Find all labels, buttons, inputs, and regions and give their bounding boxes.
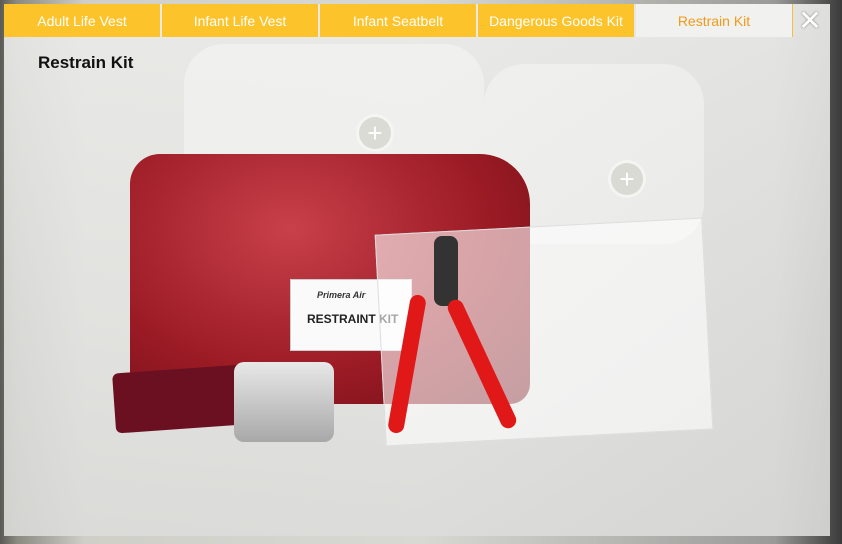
plastic-bag xyxy=(374,217,714,447)
tab-infant-seatbelt[interactable]: Infant Seatbelt xyxy=(320,4,476,37)
tab-dangerous-goods-kit[interactable]: Dangerous Goods Kit xyxy=(478,4,634,37)
close-icon[interactable]: ✕ xyxy=(792,4,828,37)
plier-head xyxy=(434,236,458,306)
item-panel: Adult Life Vest Infant Life Vest Infant … xyxy=(4,4,830,536)
tab-infant-life-vest[interactable]: Infant Life Vest xyxy=(162,4,318,37)
plus-icon[interactable]: + xyxy=(608,160,646,198)
plus-icon[interactable]: + xyxy=(356,114,394,152)
tab-restrain-kit[interactable]: Restrain Kit xyxy=(636,4,793,37)
seatbelt-buckle xyxy=(234,362,334,442)
tab-bar: Adult Life Vest Infant Life Vest Infant … xyxy=(4,4,795,37)
seatbelt-strap xyxy=(112,364,246,434)
tab-adult-life-vest[interactable]: Adult Life Vest xyxy=(4,4,160,37)
page-title: Restrain Kit xyxy=(38,53,134,72)
